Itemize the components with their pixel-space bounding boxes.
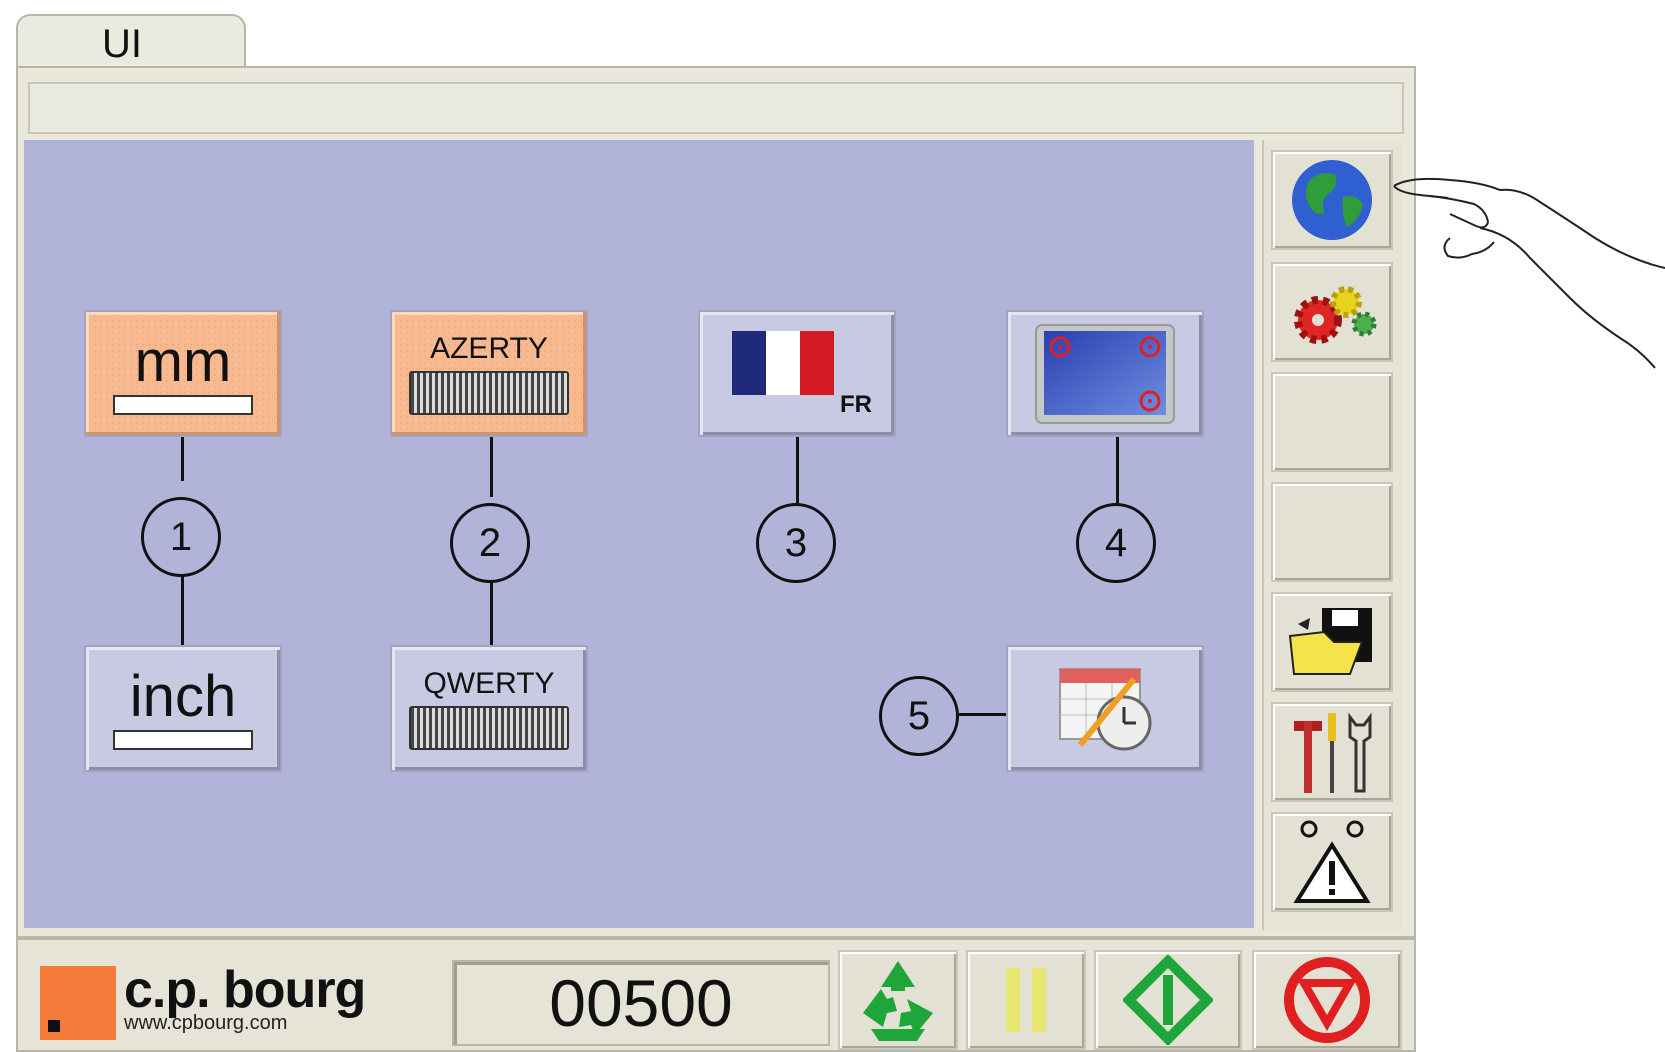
language-settings-button[interactable] xyxy=(1271,150,1393,250)
keyboard-icon xyxy=(409,370,569,415)
settings-button[interactable] xyxy=(1271,262,1393,362)
keyboard-azerty-button[interactable]: AZERTY xyxy=(390,310,588,437)
callout-3: 3 xyxy=(756,503,836,583)
brand-logo-mark xyxy=(40,966,116,1040)
connector-line xyxy=(490,583,493,645)
calendar-clock-icon xyxy=(1059,667,1152,750)
language-code: FR xyxy=(840,391,872,418)
connector-line xyxy=(1116,437,1119,503)
language-button[interactable]: FR xyxy=(698,310,896,437)
callout-4: 4 xyxy=(1076,503,1156,583)
start-button[interactable] xyxy=(1094,950,1242,1050)
connector-line xyxy=(959,713,1006,716)
callout-2: 2 xyxy=(450,503,530,583)
pause-icon xyxy=(1006,968,1046,1032)
keyboard-icon xyxy=(409,705,569,750)
connector-line xyxy=(796,437,799,503)
counter-value: 00500 xyxy=(549,966,733,1040)
brand-url: www.cpbourg.com xyxy=(124,1012,288,1034)
keyboard-qwerty-label: QWERTY xyxy=(423,666,555,700)
pointing-hand-illustration xyxy=(1393,177,1665,369)
unit-mm-button[interactable]: mm xyxy=(84,310,282,437)
tools-icon xyxy=(1294,712,1372,793)
gears-icon xyxy=(1294,286,1377,344)
date-time-button[interactable] xyxy=(1006,645,1204,772)
counter-display: 00500 xyxy=(452,960,830,1046)
keyboard-qwerty-button[interactable]: QWERTY xyxy=(390,645,588,772)
tab-ui[interactable]: UI xyxy=(16,14,246,72)
brand-name: c.p. bourg xyxy=(124,961,366,1019)
callout-5: 5 xyxy=(879,676,959,756)
save-folder-icon xyxy=(1288,608,1372,675)
unit-mm-label: mm xyxy=(134,328,232,394)
alarm-button[interactable] xyxy=(1271,812,1393,912)
start-icon xyxy=(1123,955,1213,1045)
stop-icon xyxy=(1284,957,1370,1043)
save-load-button[interactable] xyxy=(1271,592,1393,692)
side-blank-button-2[interactable] xyxy=(1271,482,1393,582)
keyboard-azerty-label: AZERTY xyxy=(430,331,548,365)
recycle-icon xyxy=(863,961,933,1041)
warning-icon xyxy=(1293,820,1371,903)
ruler-icon xyxy=(113,729,253,750)
unit-inch-button[interactable]: inch xyxy=(84,645,282,772)
side-blank-button-1[interactable] xyxy=(1271,372,1393,472)
pause-button[interactable] xyxy=(966,950,1086,1050)
ruler-icon xyxy=(113,394,253,415)
calibration-button[interactable] xyxy=(1006,310,1204,437)
title-strip xyxy=(28,82,1404,134)
callout-1: 1 xyxy=(141,497,221,577)
touchscreen-calibration-icon xyxy=(1035,323,1175,424)
unit-inch-label: inch xyxy=(129,663,237,729)
tools-button[interactable] xyxy=(1271,702,1393,802)
globe-icon xyxy=(1292,160,1372,240)
connector-line xyxy=(490,437,493,497)
reset-counter-button[interactable] xyxy=(838,950,958,1050)
stop-button[interactable] xyxy=(1252,950,1402,1050)
connector-line xyxy=(181,576,184,645)
connector-line xyxy=(181,437,184,481)
tab-ui-label: UI xyxy=(102,22,142,66)
